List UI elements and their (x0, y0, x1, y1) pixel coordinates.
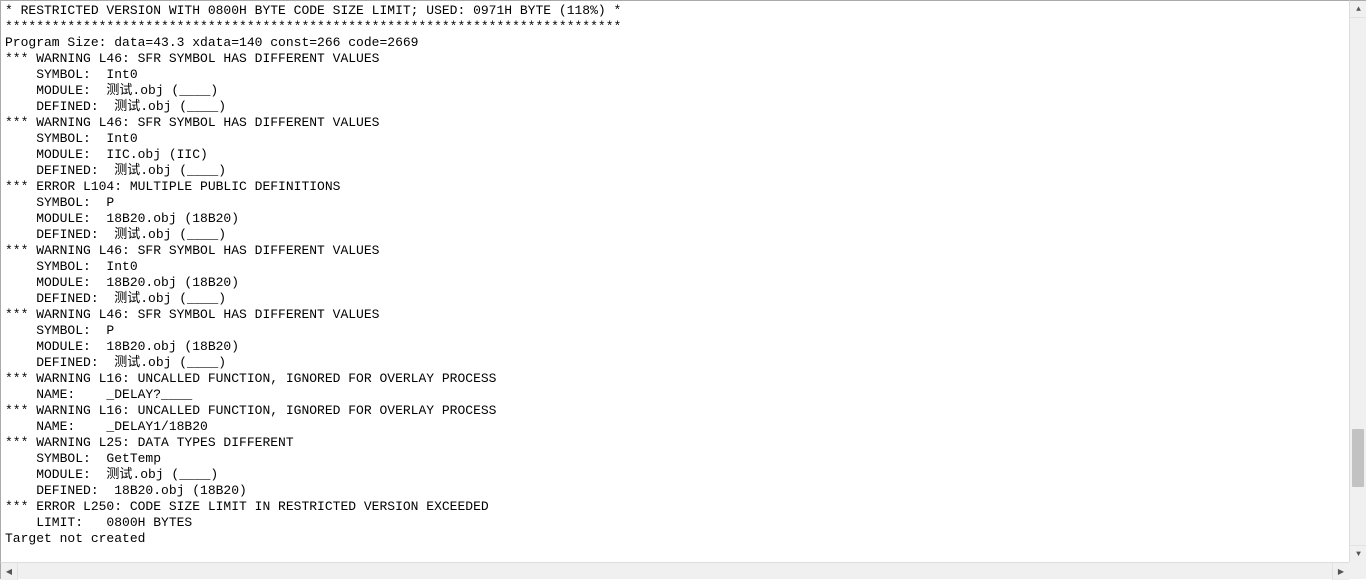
output-line: MODULE: 测试.obj (____) (5, 467, 1345, 483)
output-line: *** WARNING L16: UNCALLED FUNCTION, IGNO… (5, 403, 1345, 419)
output-line: DEFINED: 测试.obj (____) (5, 163, 1345, 179)
scrollbar-corner (1349, 562, 1366, 579)
output-line: *** WARNING L46: SFR SYMBOL HAS DIFFEREN… (5, 115, 1345, 131)
output-line: MODULE: 18B20.obj (18B20) (5, 275, 1345, 291)
vertical-scroll-thumb[interactable] (1352, 429, 1364, 487)
output-line: DEFINED: 测试.obj (____) (5, 227, 1345, 243)
scroll-right-arrow[interactable]: ▶ (1332, 563, 1349, 580)
output-line: *** WARNING L16: UNCALLED FUNCTION, IGNO… (5, 371, 1345, 387)
output-line: DEFINED: 18B20.obj (18B20) (5, 483, 1345, 499)
output-line: Target not created (5, 531, 1345, 547)
output-line: SYMBOL: GetTemp (5, 451, 1345, 467)
scroll-down-arrow[interactable]: ▼ (1350, 545, 1366, 562)
output-line: SYMBOL: P (5, 195, 1345, 211)
output-line: MODULE: 测试.obj (____) (5, 83, 1345, 99)
scroll-up-arrow[interactable]: ▲ (1350, 1, 1366, 18)
output-line: * RESTRICTED VERSION WITH 0800H BYTE COD… (5, 3, 1345, 19)
output-line: DEFINED: 测试.obj (____) (5, 355, 1345, 371)
horizontal-scrollbar[interactable]: ◀ ▶ (0, 562, 1349, 579)
output-line: SYMBOL: Int0 (5, 131, 1345, 147)
output-line: MODULE: IIC.obj (IIC) (5, 147, 1345, 163)
output-line: MODULE: 18B20.obj (18B20) (5, 211, 1345, 227)
build-output-pane[interactable]: * RESTRICTED VERSION WITH 0800H BYTE COD… (0, 0, 1349, 562)
output-line: *** ERROR L104: MULTIPLE PUBLIC DEFINITI… (5, 179, 1345, 195)
output-line: *** ERROR L250: CODE SIZE LIMIT IN RESTR… (5, 499, 1345, 515)
output-line: SYMBOL: P (5, 323, 1345, 339)
output-line: *** WARNING L46: SFR SYMBOL HAS DIFFEREN… (5, 243, 1345, 259)
output-line: SYMBOL: Int0 (5, 67, 1345, 83)
output-line: LIMIT: 0800H BYTES (5, 515, 1345, 531)
output-line: *** WARNING L46: SFR SYMBOL HAS DIFFEREN… (5, 307, 1345, 323)
output-line: DEFINED: 测试.obj (____) (5, 99, 1345, 115)
output-line: Program Size: data=43.3 xdata=140 const=… (5, 35, 1345, 51)
output-line: SYMBOL: Int0 (5, 259, 1345, 275)
output-line: *** WARNING L46: SFR SYMBOL HAS DIFFEREN… (5, 51, 1345, 67)
output-line: ****************************************… (5, 19, 1345, 35)
vertical-scroll-track[interactable] (1350, 18, 1366, 545)
vertical-scrollbar[interactable]: ▲ ▼ (1349, 0, 1366, 562)
output-line: NAME: _DELAY1/18B20 (5, 419, 1345, 435)
output-line: DEFINED: 测试.obj (____) (5, 291, 1345, 307)
scroll-left-arrow[interactable]: ◀ (1, 563, 18, 580)
output-line: MODULE: 18B20.obj (18B20) (5, 339, 1345, 355)
output-line: NAME: _DELAY?____ (5, 387, 1345, 403)
output-line: *** WARNING L25: DATA TYPES DIFFERENT (5, 435, 1345, 451)
